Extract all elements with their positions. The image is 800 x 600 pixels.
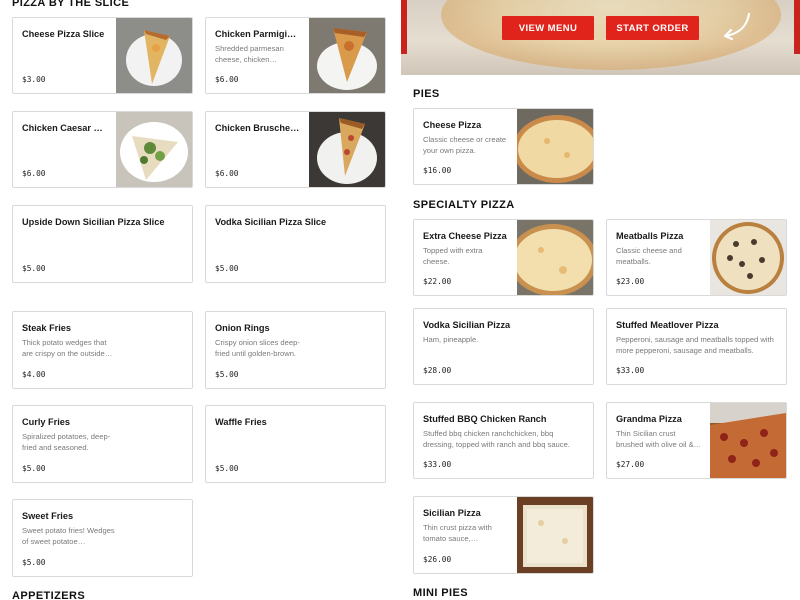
menu-item-price: $4.00 <box>22 370 46 379</box>
menu-item-card[interactable]: Chicken Bruschetta… $6.00 <box>205 111 386 188</box>
section-title-pizza-by-slice: PIZZA BY THE SLICE <box>12 0 130 9</box>
hero-accent-left <box>401 0 407 54</box>
menu-item-price: $33.00 <box>423 460 452 469</box>
menu-item-name: Cheese Pizza <box>423 120 482 130</box>
menu-item-description: Classic cheese or create your own pizza. <box>423 135 507 155</box>
menu-item-description: Spiralized potatoes, deep-fried and seas… <box>22 432 111 452</box>
menu-item-name: Onion Rings <box>215 323 270 333</box>
section-title-appetizers: APPETIZERS <box>12 590 86 600</box>
menu-item-description: Shredded parmesan cheese, chicken breast… <box>215 44 284 64</box>
menu-item-photo <box>116 18 192 93</box>
menu-item-price: $16.00 <box>423 166 452 175</box>
menu-item-card[interactable]: Sicilian Pizza Thin crust pizza with tom… <box>413 496 594 574</box>
menu-item-name: Stuffed Meatlover Pizza <box>616 320 719 330</box>
menu-item-name: Sweet Fries <box>22 511 74 521</box>
menu-item-name: Cheese Pizza Slice <box>22 29 105 39</box>
menu-item-description: Topped with extra cheese. <box>423 246 483 266</box>
menu-item-price: $3.00 <box>22 75 46 84</box>
menu-item-photo <box>710 220 786 295</box>
menu-item-name: Vodka Sicilian Pizza <box>423 320 511 330</box>
menu-item-photo <box>116 112 192 187</box>
menu-item-card[interactable]: Cheese Pizza Slice $3.00 <box>12 17 193 94</box>
menu-item-name: Chicken Parmigiana… <box>215 29 301 39</box>
hero-accent-right <box>794 0 800 54</box>
menu-item-name: Steak Fries <box>22 323 72 333</box>
menu-item-price: $5.00 <box>215 370 239 379</box>
menu-item-card[interactable]: Meatballs Pizza Classic cheese and meatb… <box>606 219 787 296</box>
menu-item-photo <box>309 18 385 93</box>
menu-item-photo <box>517 220 593 295</box>
menu-item-price: $6.00 <box>22 169 46 178</box>
menu-item-name: Extra Cheese Pizza <box>423 231 507 241</box>
menu-item-card[interactable]: Chicken Parmigiana… Shredded parmesan ch… <box>205 17 386 94</box>
menu-item-card[interactable]: Grandma Pizza Thin Sicilian crust brushe… <box>606 402 787 479</box>
menu-item-name: Meatballs Pizza <box>616 231 684 241</box>
menu-item-price: $5.00 <box>22 264 46 273</box>
menu-item-name: Sicilian Pizza <box>423 508 481 518</box>
start-order-button[interactable]: START ORDER <box>606 16 699 40</box>
menu-item-name: Grandma Pizza <box>616 414 682 424</box>
menu-item-description: Thin crust pizza with tomato sauce, mozz… <box>423 523 492 543</box>
menu-item-description: Stuffed bbq chicken ranchchicken, bbq dr… <box>423 429 570 449</box>
menu-item-card[interactable]: Extra Cheese Pizza Topped with extra che… <box>413 219 594 296</box>
menu-item-price: $5.00 <box>22 558 46 567</box>
menu-item-photo <box>309 112 385 187</box>
menu-item-description: Pepperoni, sausage and meatballs topped … <box>616 335 774 355</box>
menu-item-card[interactable]: Steak Fries Thick potato wedges that are… <box>12 311 193 389</box>
menu-item-card[interactable]: Vodka Sicilian Pizza Slice $5.00 <box>205 205 386 283</box>
menu-item-description: Thick potato wedges that are crispy on t… <box>22 338 113 358</box>
menu-item-name: Stuffed BBQ Chicken Ranch <box>423 414 547 424</box>
menu-item-card[interactable]: Curly Fries Spiralized potatoes, deep-fr… <box>12 405 193 483</box>
menu-item-card[interactable]: Stuffed BBQ Chicken Ranch Stuffed bbq ch… <box>413 402 594 479</box>
menu-item-description: Crispy onion slices deep-fried until gol… <box>215 338 300 358</box>
hero-banner: VIEW MENU START ORDER <box>401 0 800 75</box>
menu-item-price: $28.00 <box>423 366 452 375</box>
menu-item-card[interactable]: Stuffed Meatlover Pizza Pepperoni, sausa… <box>606 308 787 385</box>
menu-item-name: Chicken Caesar Pizza… <box>22 123 108 133</box>
view-menu-button[interactable]: VIEW MENU <box>502 16 594 40</box>
menu-item-name: Vodka Sicilian Pizza Slice <box>215 217 327 227</box>
curved-arrow-icon <box>723 12 751 40</box>
menu-item-price: $6.00 <box>215 75 239 84</box>
menu-item-card[interactable]: Sweet Fries Sweet potato fries! Wedges o… <box>12 499 193 577</box>
menu-item-price: $27.00 <box>616 460 645 469</box>
menu-item-description: Sweet potato fries! Wedges of sweet pota… <box>22 526 115 546</box>
menu-item-price: $23.00 <box>616 277 645 286</box>
section-title-specialty-pizza: SPECIALTY PIZZA <box>413 199 515 211</box>
menu-item-price: $6.00 <box>215 169 239 178</box>
menu-item-description: Classic cheese and meatballs. <box>616 246 682 266</box>
menu-item-card[interactable]: Cheese Pizza Classic cheese or create yo… <box>413 108 594 185</box>
menu-item-photo <box>517 497 593 573</box>
menu-item-name: Upside Down Sicilian Pizza Slice <box>22 217 165 227</box>
menu-item-card[interactable]: Upside Down Sicilian Pizza Slice $5.00 <box>12 205 193 283</box>
menu-item-card[interactable]: Onion Rings Crispy onion slices deep-fri… <box>205 311 386 389</box>
menu-item-name: Curly Fries <box>22 417 70 427</box>
menu-item-card[interactable]: Vodka Sicilian Pizza Ham, pineapple. $28… <box>413 308 594 385</box>
section-title-pies: PIES <box>413 88 440 100</box>
menu-item-card[interactable]: Chicken Caesar Pizza… $6.00 <box>12 111 193 188</box>
menu-item-name: Waffle Fries <box>215 417 267 427</box>
menu-item-description: Thin Sicilian crust brushed with olive o… <box>616 429 694 449</box>
menu-item-name: Chicken Bruschetta… <box>215 123 301 133</box>
section-title-mini-pies: MINI PIES <box>413 587 468 599</box>
menu-item-price: $22.00 <box>423 277 452 286</box>
menu-item-photo <box>517 109 593 184</box>
menu-item-photo <box>710 403 786 478</box>
menu-item-price: $26.00 <box>423 555 452 564</box>
menu-item-price: $5.00 <box>215 264 239 273</box>
menu-item-price: $5.00 <box>215 464 239 473</box>
menu-item-price: $5.00 <box>22 464 46 473</box>
menu-item-description: Ham, pineapple. <box>423 335 479 344</box>
menu-item-price: $33.00 <box>616 366 645 375</box>
menu-item-card[interactable]: Waffle Fries $5.00 <box>205 405 386 483</box>
